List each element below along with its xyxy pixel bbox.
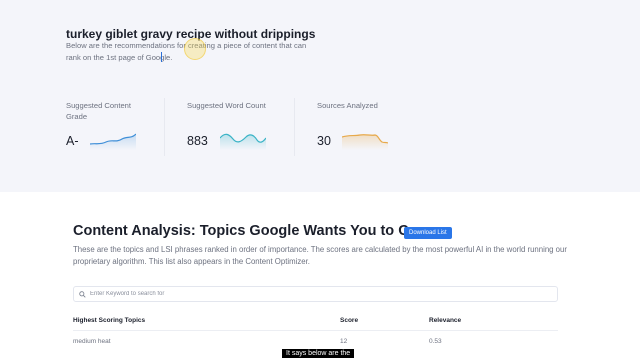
download-list-button[interactable]: Download List	[404, 227, 452, 239]
video-caption: It says below are the	[282, 349, 355, 358]
metric-value: 30	[317, 134, 331, 148]
topic-cell: medium heat	[73, 338, 111, 345]
column-header-score[interactable]: Score	[340, 317, 358, 324]
column-header-relevance[interactable]: Relevance	[429, 317, 461, 324]
column-header-topics[interactable]: Highest Scoring Topics	[73, 317, 145, 324]
content-grade-sparkline	[90, 133, 136, 150]
keyword-search-input[interactable]	[90, 288, 550, 300]
metric-content-grade: Suggested Content Grade A-	[66, 100, 148, 148]
relevance-cell: 0.53	[429, 338, 442, 345]
metric-divider	[164, 98, 165, 156]
table-divider	[73, 330, 558, 331]
report-header-panel: turkey giblet gravy recipe without dripp…	[0, 0, 640, 192]
metric-word-count: Suggested Word Count 883	[187, 100, 269, 148]
content-analysis-description: These are the topics and LSI phrases ran…	[73, 245, 567, 266]
metric-divider	[294, 98, 295, 156]
word-count-sparkline	[220, 133, 266, 150]
score-cell: 12	[340, 338, 348, 345]
sources-sparkline	[342, 134, 388, 150]
metric-value: 883	[187, 134, 208, 148]
metric-sources-analyzed: Sources Analyzed 30	[317, 100, 399, 148]
text-cursor-icon	[161, 52, 162, 62]
mouse-cursor-highlight	[184, 38, 206, 60]
metric-label: Suggested Content Grade	[66, 101, 132, 121]
metric-label: Sources Analyzed	[317, 101, 378, 110]
content-analysis-title: Content Analysis: Topics Google Wants Yo…	[73, 223, 440, 239]
metric-value: A-	[66, 134, 79, 148]
metric-label: Suggested Word Count	[187, 101, 266, 110]
search-icon	[79, 291, 86, 298]
keyword-search-box[interactable]	[73, 286, 558, 302]
